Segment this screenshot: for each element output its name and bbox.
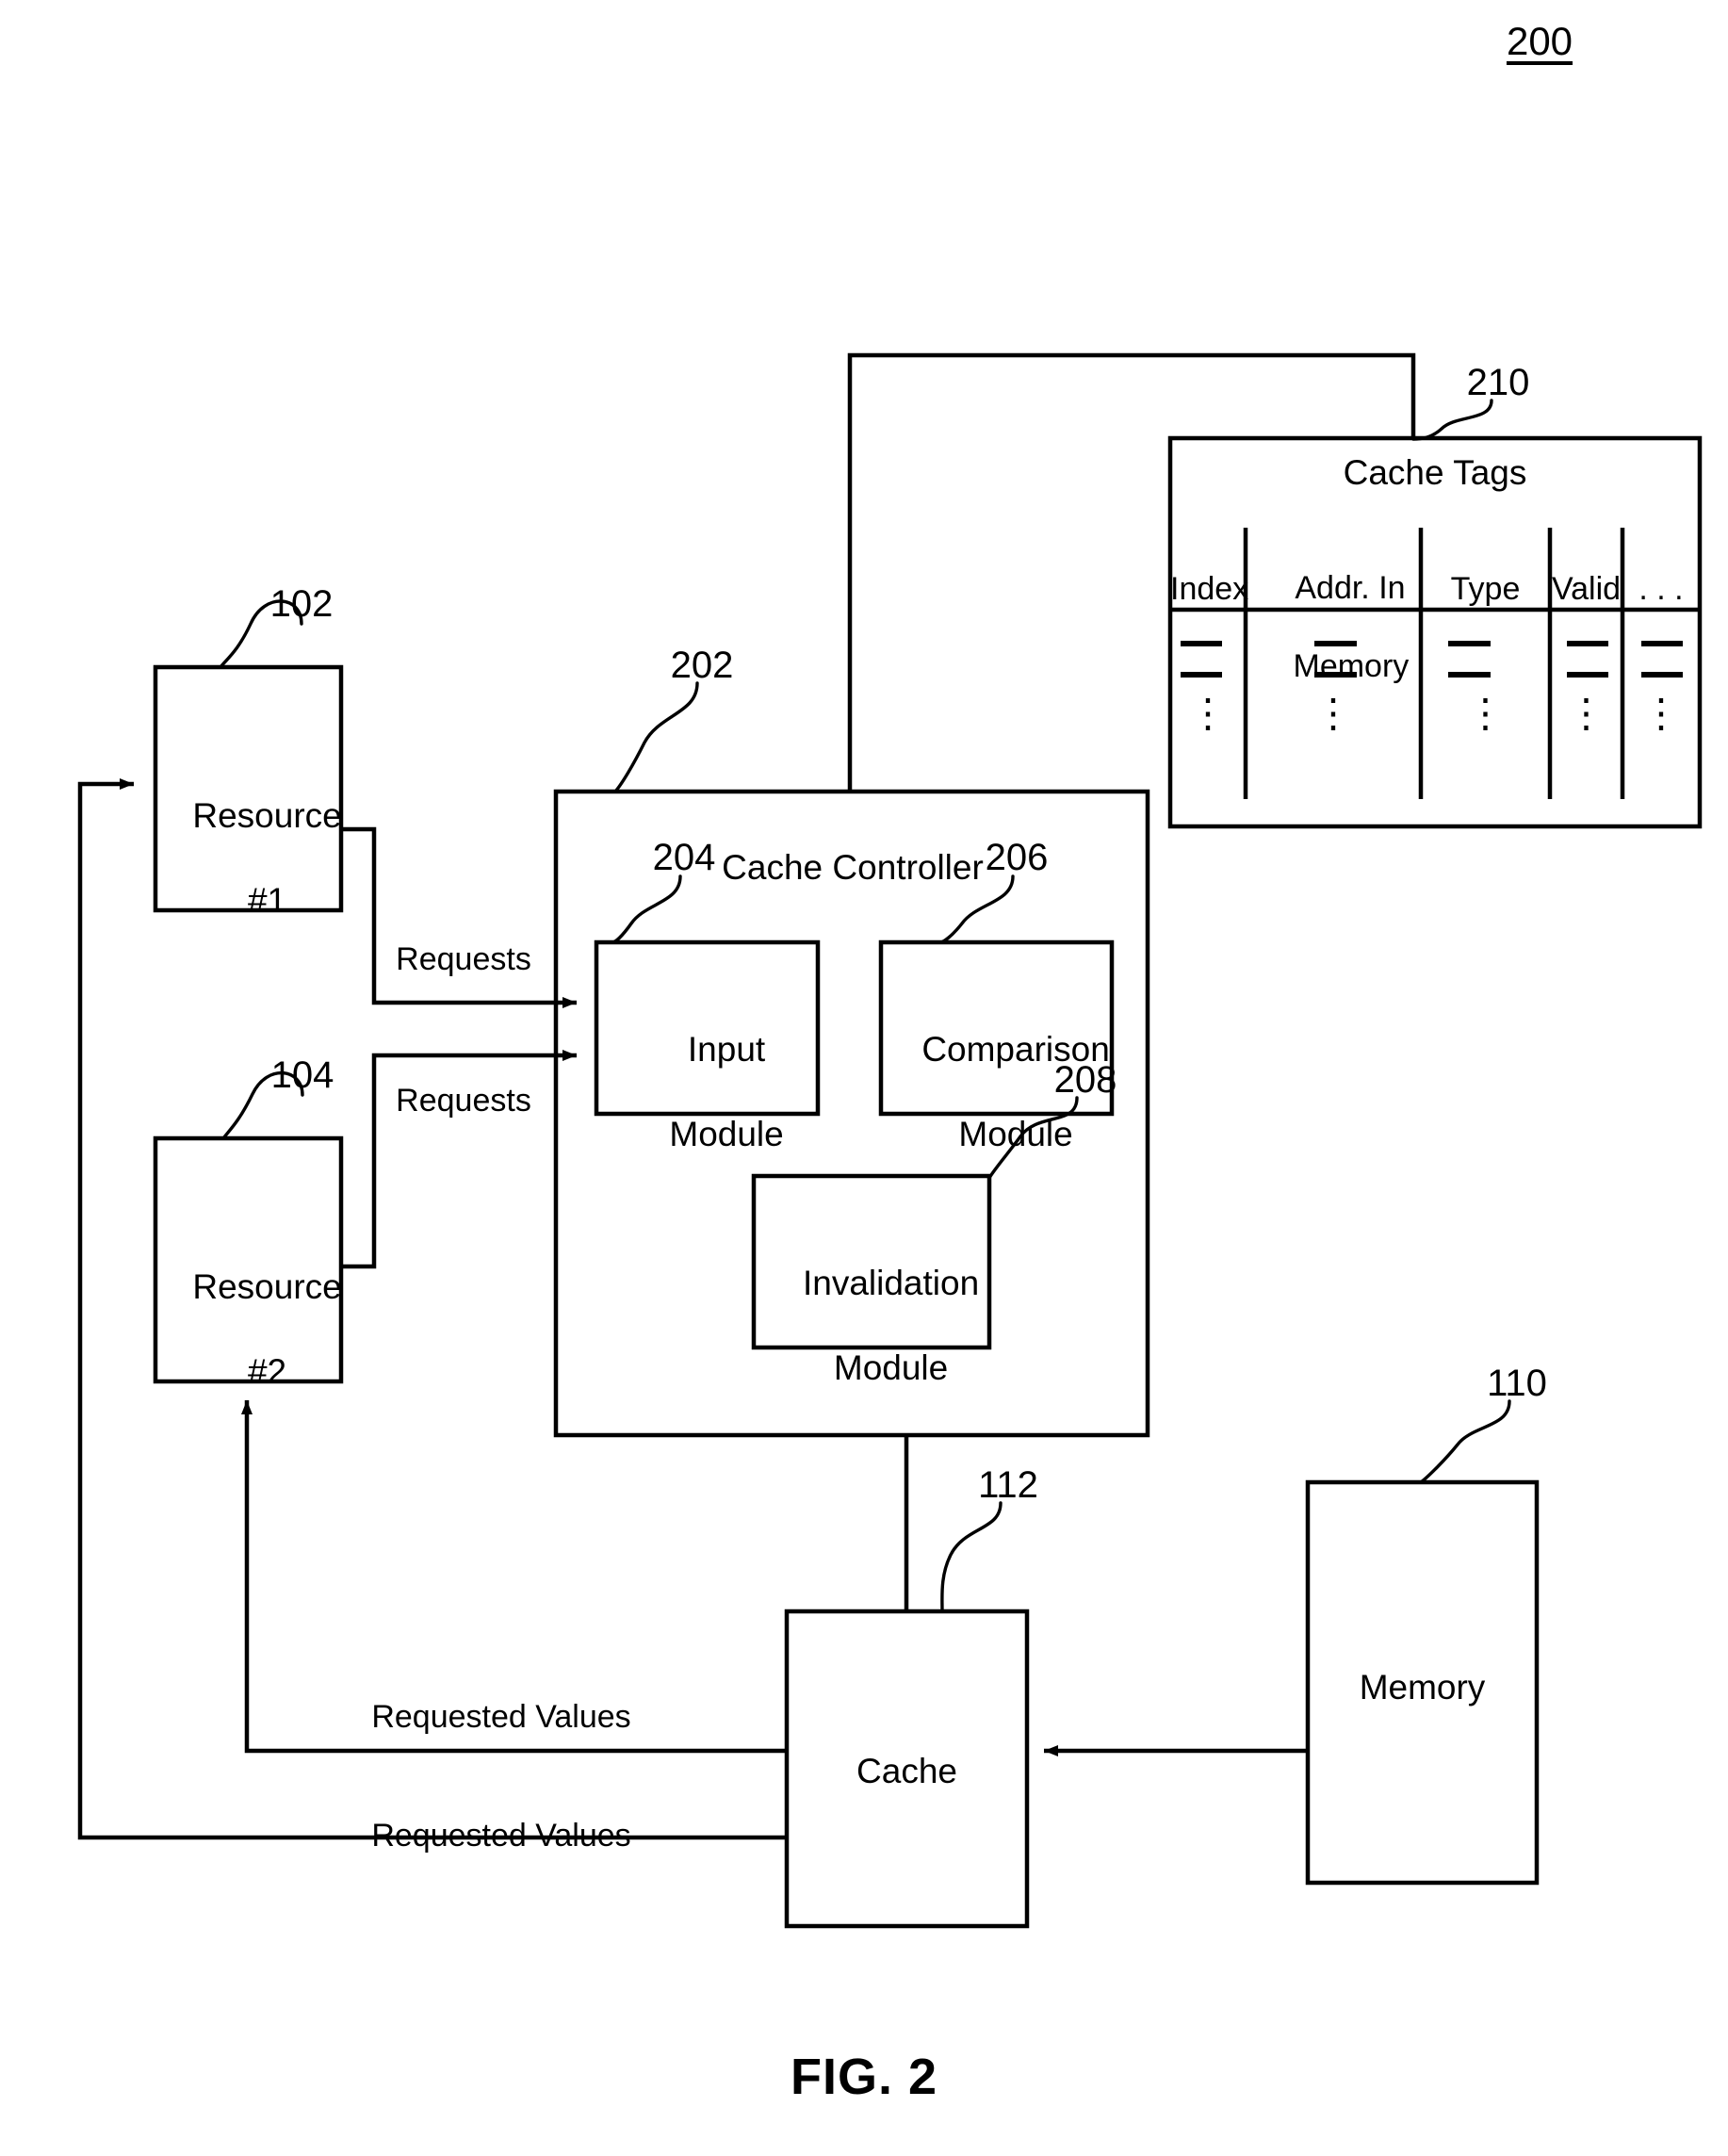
invalidation-module-label-line2: Module [833, 1348, 949, 1388]
resource1-label-line2: #1 [247, 881, 287, 921]
flow-label-requests-2: Requests [396, 1083, 531, 1119]
leader-112 [940, 1501, 1003, 1613]
cache-tags-col-header-valid: Valid [1551, 571, 1622, 607]
leader-202 [613, 681, 699, 793]
input-module-label: Input Module [596, 986, 818, 1199]
ref-102: 102 [269, 583, 334, 625]
ref-204: 204 [652, 837, 716, 878]
cache-tags-ellipsis-valid: ⋮ [1566, 691, 1606, 735]
ref-110: 110 [1487, 1363, 1547, 1404]
flow-label-requests-1: Requests [396, 941, 531, 977]
cache-tags-col-header-addr-line1: Addr. In [1295, 570, 1406, 607]
cache-tags-col-header-more: . . . [1638, 571, 1684, 607]
cache-tags-col-header-index: Index [1170, 571, 1249, 607]
memory-label: Memory [1359, 1668, 1486, 1707]
ref-206: 206 [985, 837, 1049, 878]
comparison-module-label-line2: Module [958, 1115, 1073, 1154]
ref-210: 210 [1466, 362, 1530, 403]
input-module-label-line1: Input [687, 1030, 766, 1070]
cache-tags-ellipsis-index: ⋮ [1188, 691, 1228, 735]
cache-tags-ellipsis-type: ⋮ [1465, 691, 1506, 735]
resource2-label: Resource #2 [154, 1223, 342, 1436]
figure-canvas: 200 102 104 202 204 206 208 210 112 110 … [0, 0, 1728, 2156]
input-module-label-line2: Module [669, 1115, 784, 1154]
resource2-label-line2: #2 [247, 1352, 287, 1392]
diagram-vector-layer [77, 352, 1703, 1929]
flow-label-requested-values-2: Requested Values [371, 1818, 631, 1854]
resource2-label-line1: Resource [192, 1267, 342, 1307]
figure-number: 200 [1506, 19, 1573, 63]
cache-tags-col-header-addr-line2: Memory [1293, 648, 1410, 685]
leader-110 [1419, 1399, 1511, 1484]
resource1-label-line1: Resource [192, 796, 342, 836]
ref-202: 202 [670, 645, 734, 686]
resource1-label: Resource #1 [154, 752, 342, 965]
invalidation-module-label-line1: Invalidation [802, 1264, 980, 1303]
cache-label: Cache [856, 1752, 957, 1790]
leader-210 [1411, 399, 1493, 441]
ref-104: 104 [270, 1054, 334, 1096]
cache-controller-title: Cache Controller [722, 848, 984, 887]
invalidation-module-label: Invalidation Module [754, 1219, 989, 1432]
comparison-module-label: Comparison Module [881, 986, 1112, 1199]
comparison-module-label-line1: Comparison [921, 1030, 1110, 1070]
cache-tags-ellipsis-more: ⋮ [1641, 691, 1681, 735]
cache-tags-title: Cache Tags [1343, 453, 1527, 492]
cache-tags-col-header-type: Type [1450, 571, 1521, 607]
ref-112: 112 [978, 1464, 1038, 1506]
flow-label-requested-values-1: Requested Values [371, 1699, 631, 1735]
cache-tags-ellipsis-addr: ⋮ [1313, 691, 1353, 735]
figure-caption: FIG. 2 [790, 2049, 938, 2105]
